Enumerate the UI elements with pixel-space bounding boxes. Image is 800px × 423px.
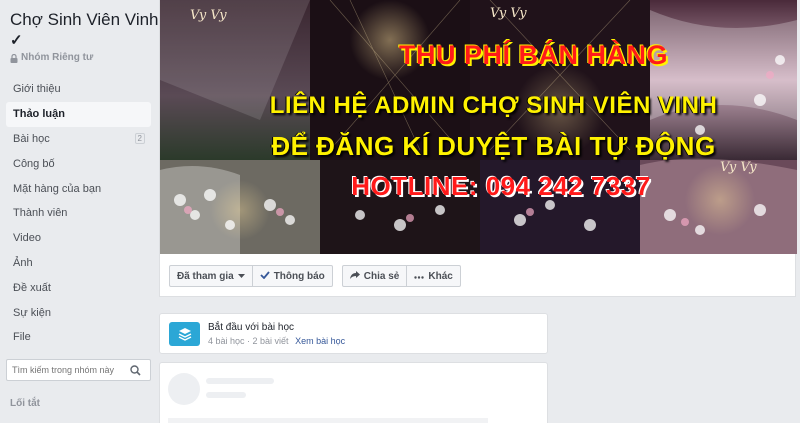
joined-label: Đã tham gia — [177, 270, 234, 282]
view-lessons-link[interactable]: Xem bài học — [295, 336, 345, 346]
nav-item-cong-bo[interactable]: Công bố — [6, 151, 151, 176]
group-privacy: Nhóm Riêng tư — [10, 52, 93, 63]
placeholder-line — [206, 392, 246, 398]
nav-item-label: Video — [13, 232, 41, 245]
joined-button[interactable]: Đã tham gia — [170, 266, 252, 286]
nav-item-mat-hang[interactable]: Mặt hàng của bạn — [6, 176, 151, 201]
nav-item-video[interactable]: Video — [6, 226, 151, 251]
nav-item-de-xuat[interactable]: Đề xuất — [6, 275, 151, 300]
nav-item-gioi-thieu[interactable]: Giới thiệu — [6, 77, 151, 102]
notifications-button[interactable]: Thông báo — [251, 266, 332, 286]
group-search-box — [6, 359, 151, 381]
nav-item-file[interactable]: File — [6, 325, 151, 350]
lessons-count: 4 bài học · 2 bài viết — [208, 336, 289, 346]
nav-item-label: File — [13, 331, 31, 344]
privacy-label: Nhóm Riêng tư — [21, 52, 94, 63]
placeholder-content — [168, 418, 488, 423]
placeholder-line — [206, 378, 274, 384]
lessons-stack-icon — [169, 322, 200, 346]
more-label: Khác — [428, 270, 453, 282]
nav-item-label: Giới thiệu — [13, 83, 61, 96]
cover-card: Vy Vy Vy Vy Vy Vy THU PHÍ BÁN HÀNG LIÊN … — [159, 0, 797, 297]
nav-count-badge: 2 — [134, 133, 145, 145]
membership-button-group: Đã tham gia Thông báo — [169, 265, 333, 287]
share-button[interactable]: Chia sẻ — [343, 266, 407, 286]
notifications-label: Thông báo — [273, 270, 325, 282]
cover-headline-fee: THU PHÍ BÁN HÀNG — [399, 40, 668, 70]
nav-item-label: Công bố — [13, 157, 55, 170]
left-sidebar: Chợ Sinh Viên Vinh ✓ Nhóm Riêng tư Giới … — [0, 0, 159, 423]
ellipsis-icon — [414, 271, 425, 282]
share-arrow-icon — [349, 270, 360, 282]
search-icon[interactable] — [125, 364, 145, 376]
nav-item-label: Bài học — [13, 132, 50, 145]
lock-icon — [10, 53, 18, 63]
nav-item-thao-luan[interactable]: Thảo luận — [6, 101, 151, 127]
cover-logo-center: Vy Vy — [490, 6, 527, 21]
placeholder-avatar — [168, 373, 200, 405]
nav-item-label: Đề xuất — [13, 281, 51, 294]
group-nav: Giới thiệu Thảo luận Bài học 2 Công bố Mặ… — [6, 77, 151, 350]
lessons-card[interactable]: Bắt đầu với bài học 4 bài học · 2 bài vi… — [159, 313, 548, 354]
nav-item-label: Ảnh — [13, 256, 33, 269]
nav-item-label: Mặt hàng của bạn — [13, 182, 102, 195]
nav-item-label: Sự kiện — [13, 306, 51, 319]
cover-headline-register: ĐỂ ĐĂNG KÍ DUYỆT BÀI TỰ ĐỘNG — [271, 131, 716, 161]
cover-headline-contact: LIÊN HỆ ADMIN CHỢ SINH VIÊN VINH — [269, 92, 718, 119]
caret-down-icon — [237, 271, 245, 282]
checkmark-icon — [260, 270, 270, 282]
share-more-button-group: Chia sẻ Khác — [341, 265, 461, 287]
lessons-title: Bắt đầu với bài học — [208, 322, 295, 333]
shortcuts-heading: Lối tắt — [10, 398, 40, 409]
cover-headline-hotline: HOTLINE: 094 242 7337 — [351, 171, 651, 201]
nav-item-anh[interactable]: Ảnh — [6, 251, 151, 276]
cover-photo[interactable]: Vy Vy Vy Vy Vy Vy THU PHÍ BÁN HÀNG LIÊN … — [160, 0, 797, 254]
group-search-input[interactable] — [7, 365, 125, 375]
nav-item-label: Thành viên — [13, 207, 68, 220]
share-label: Chia sẻ — [363, 270, 400, 282]
more-button[interactable]: Khác — [406, 266, 459, 286]
verified-check-icon: ✓ — [10, 32, 23, 49]
nav-item-label: Thảo luận — [13, 108, 65, 121]
cover-background-image — [160, 0, 797, 254]
lessons-meta: 4 bài học · 2 bài viết Xem bài học — [208, 336, 345, 346]
group-action-bar: Đã tham gia Thông báo Chia sẻ Khác — [169, 265, 461, 287]
nav-item-thanh-vien[interactable]: Thành viên — [6, 201, 151, 226]
nav-item-bai-hoc[interactable]: Bài học 2 — [6, 127, 151, 152]
loading-post-placeholder — [159, 362, 548, 423]
group-name[interactable]: Chợ Sinh Viên Vinh — [10, 10, 159, 30]
cover-logo-left: Vy Vy — [190, 8, 227, 23]
nav-item-su-kien[interactable]: Sự kiện — [6, 300, 151, 325]
